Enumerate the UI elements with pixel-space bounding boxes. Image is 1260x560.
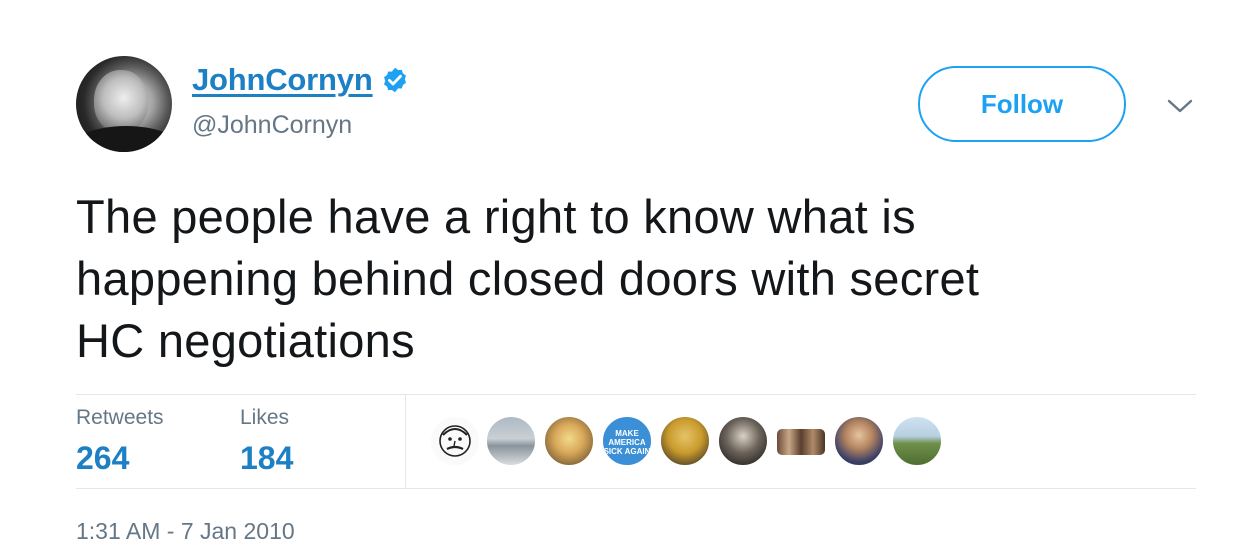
liker-avatar[interactable]	[430, 416, 480, 466]
retweets-label: Retweets	[76, 406, 164, 429]
author-handle[interactable]: @JohnCornyn	[192, 111, 352, 140]
tweet-text-line: HC negotiations	[76, 314, 415, 367]
liker-avatar[interactable]	[718, 416, 768, 466]
liker-avatar[interactable]	[486, 416, 536, 466]
tweet-text: The people have a right to know what is …	[76, 186, 1196, 372]
liker-avatar[interactable]	[892, 416, 942, 466]
avatar-shoulder	[76, 126, 172, 152]
author-display-name[interactable]: JohnCornyn	[192, 62, 373, 98]
author-avatar[interactable]	[76, 56, 172, 152]
make-america-text: MAKE AMERICA SICK AGAIN	[603, 429, 651, 456]
stats-bottom-divider	[76, 488, 1196, 489]
sketch-face-icon	[439, 425, 471, 457]
tweet-timestamp[interactable]: 1:31 AM - 7 Jan 2010	[76, 518, 295, 545]
liker-avatar[interactable]: MAKE AMERICA SICK AGAIN	[602, 416, 652, 466]
stats-vertical-divider	[405, 394, 406, 488]
likes-stat[interactable]: Likes 184	[240, 406, 293, 477]
retweets-stat[interactable]: Retweets 264	[76, 406, 164, 477]
tweet-text-line: The people have a right to know what is	[76, 190, 916, 243]
chevron-down-icon[interactable]	[1166, 96, 1194, 116]
stats-top-divider	[76, 394, 1196, 395]
verified-badge-icon	[383, 67, 406, 93]
likes-count: 184	[240, 440, 294, 476]
tweet-text-line: happening behind closed doors with secre…	[76, 252, 980, 305]
liker-avatar[interactable]	[544, 416, 594, 466]
liker-avatar[interactable]	[776, 428, 826, 456]
avatar-face	[94, 70, 148, 132]
retweets-count: 264	[76, 440, 130, 476]
liker-avatar[interactable]	[834, 416, 884, 466]
liker-avatar[interactable]	[660, 416, 710, 466]
likes-label: Likes	[240, 406, 290, 429]
follow-button[interactable]: Follow	[918, 66, 1126, 142]
author-name-row: JohnCornyn	[192, 62, 409, 98]
